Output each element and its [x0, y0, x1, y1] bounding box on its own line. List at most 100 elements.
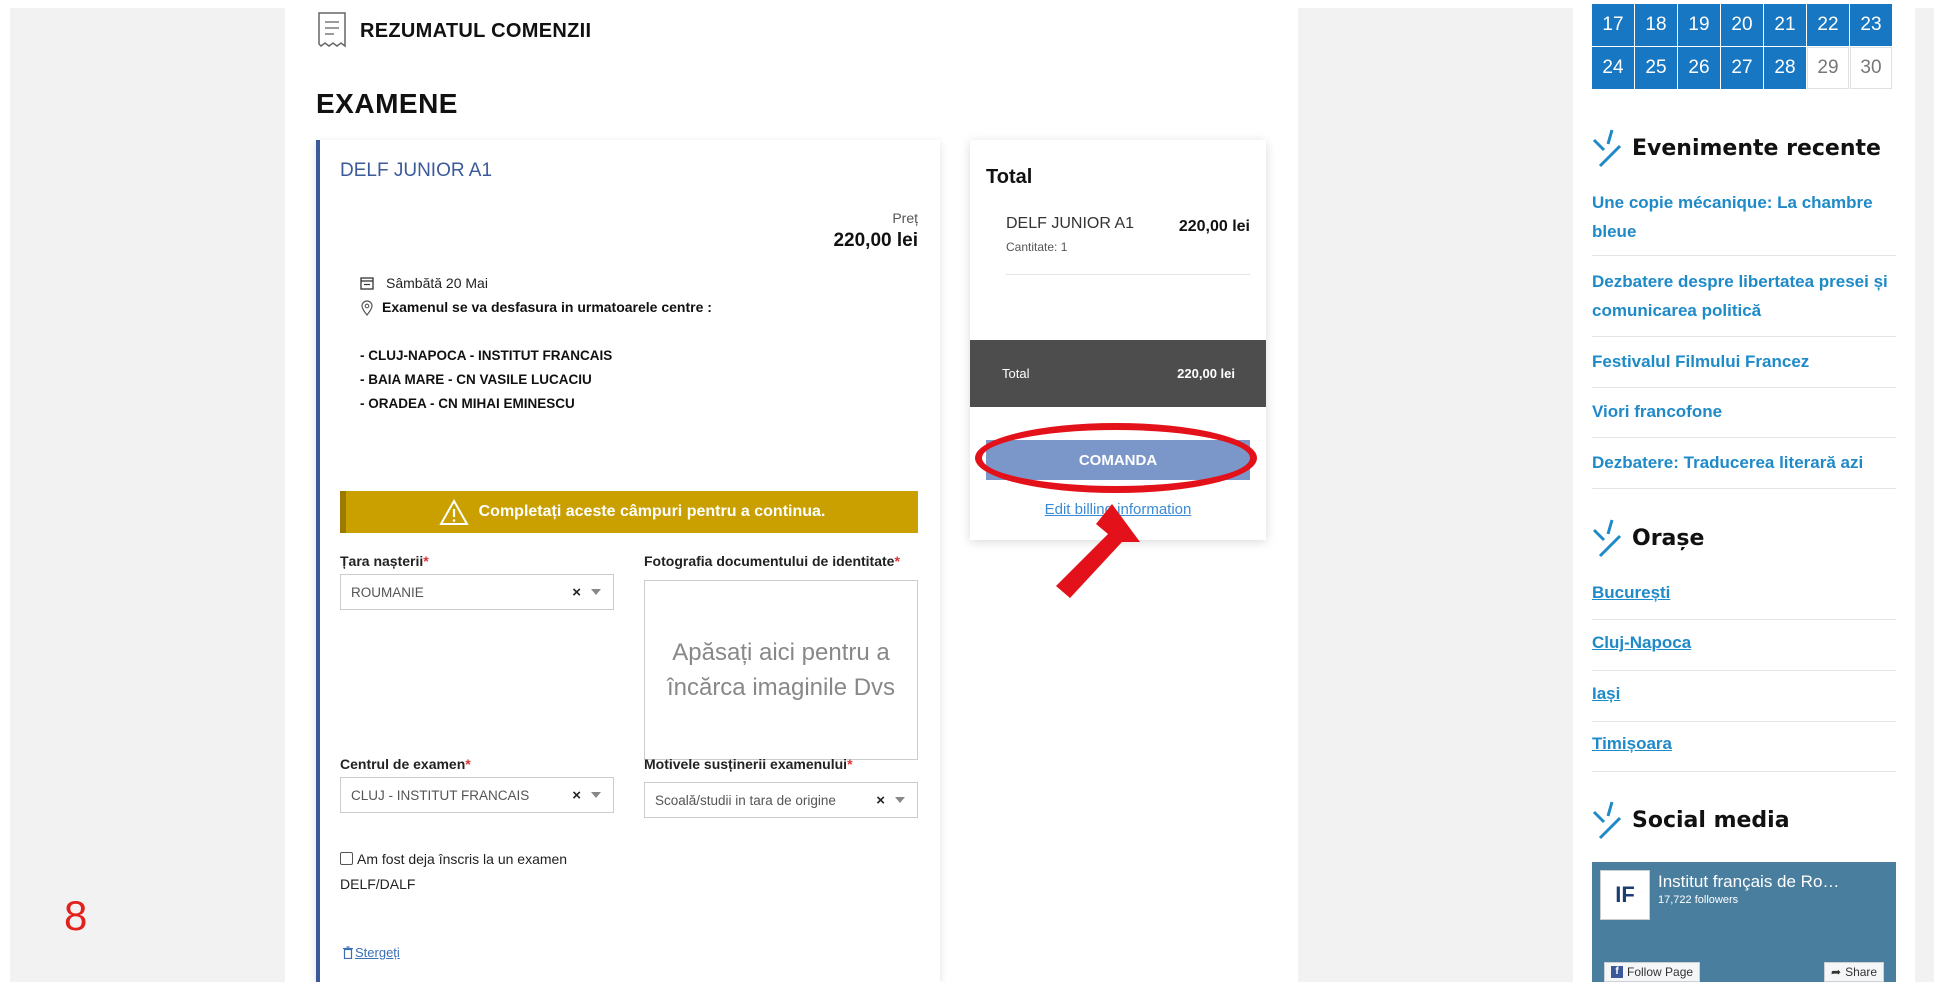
warning-banner: Completați aceste câmpuri pentru a conti… [340, 491, 918, 533]
divider [1592, 721, 1896, 722]
social-media-title: Social media [1632, 808, 1790, 833]
price-value: 220,00 lei [833, 230, 918, 251]
facebook-share-button[interactable]: ➦ Share [1824, 962, 1885, 982]
divider [1592, 387, 1896, 388]
cities-title: Orașe [1632, 526, 1705, 551]
divider [1592, 255, 1896, 256]
right-gutter-panel [1298, 8, 1573, 982]
trash-icon [343, 946, 353, 959]
exam-reason-label: Motivele susținerii examenului* [644, 756, 853, 772]
share-arrow-icon: ➦ [1831, 965, 1842, 979]
clear-selection-icon[interactable]: × [876, 792, 885, 809]
total-bar-value: 220,00 lei [1177, 366, 1235, 381]
exam-center-item: - BAIA MARE - CN VASILE LUCACIU [360, 372, 592, 387]
calendar-day[interactable]: 28 [1764, 47, 1806, 89]
city-link[interactable]: Timișoara [1592, 734, 1672, 754]
previous-exam-checkbox-label[interactable]: Am fost deja înscris la un examen [357, 851, 567, 867]
city-link[interactable]: Iași [1592, 684, 1620, 704]
total-title: Total [986, 166, 1033, 188]
divider [1592, 488, 1896, 489]
mini-calendar: 17 18 19 20 21 22 23 24 25 26 27 28 29 3… [1592, 4, 1892, 89]
far-right-background [1915, 8, 1934, 982]
red-highlight-annotation [975, 423, 1257, 493]
birth-country-select[interactable]: ROUMANIE × [340, 574, 614, 610]
order-summary-title: REZUMATUL COMENZII [360, 20, 592, 42]
facebook-page-name[interactable]: Institut français de Ro… [1658, 872, 1893, 892]
follow-page-label: Follow Page [1627, 965, 1694, 979]
exam-date: Sâmbătă 20 Mai [386, 275, 488, 291]
birth-country-label: Țara nașterii* [340, 553, 429, 569]
red-arrow-annotation-icon [1056, 504, 1140, 598]
calendar-week-row: 17 18 19 20 21 22 23 [1592, 4, 1892, 46]
calendar-day[interactable]: 27 [1721, 47, 1763, 89]
recent-event-link[interactable]: Dezbatere despre libertatea presei și co… [1592, 267, 1898, 325]
chevron-down-icon[interactable] [895, 797, 905, 803]
divider [1592, 619, 1896, 620]
id-photo-label: Fotografia documentului de identitate* [644, 553, 900, 569]
ray-accent-icon [1592, 519, 1622, 558]
divider [1592, 437, 1896, 438]
divider [1592, 670, 1896, 671]
share-label: Share [1845, 965, 1878, 979]
calendar-day[interactable]: 29 [1807, 47, 1849, 89]
exam-centers-intro: Examenul se va desfasura in urmatoarele … [382, 299, 712, 315]
exams-section-title: EXAMENE [316, 88, 458, 119]
calendar-day[interactable]: 24 [1592, 47, 1634, 89]
calendar-day[interactable]: 26 [1678, 47, 1720, 89]
total-bar-label: Total [1002, 366, 1030, 381]
exam-reason-value: Scoală/studii in tara de origine [655, 792, 836, 808]
exam-center-label: Centrul de examen* [340, 756, 471, 772]
previous-exam-checkbox[interactable] [340, 852, 353, 865]
delete-exam-link[interactable]: Stergeți [342, 945, 400, 960]
exam-center-select[interactable]: CLUJ - INSTITUT FRANCAIS × [340, 777, 614, 813]
recent-event-link[interactable]: Dezbatere: Traducerea literară azi [1592, 448, 1898, 477]
city-link[interactable]: București [1592, 583, 1670, 603]
divider [1006, 274, 1250, 275]
calendar-day[interactable]: 25 [1635, 47, 1677, 89]
divider [1592, 771, 1896, 772]
warning-triangle-icon [438, 498, 469, 525]
exam-center-item: - CLUJ-NAPOCA - INSTITUT FRANCAIS [360, 348, 613, 363]
location-pin-icon [361, 300, 373, 316]
left-background-panel [10, 8, 285, 982]
calendar-day[interactable]: 30 [1850, 47, 1892, 89]
order-item-name: DELF JUNIOR A1 [1006, 215, 1135, 232]
step-number-annotation: 8 [64, 892, 88, 939]
ray-accent-icon [1592, 129, 1622, 168]
receipt-icon [318, 12, 346, 48]
calendar-day[interactable]: 17 [1592, 4, 1634, 46]
calendar-day[interactable]: 19 [1678, 4, 1720, 46]
order-item-price: 220,00 lei [1178, 218, 1250, 235]
calendar-day[interactable]: 20 [1721, 4, 1763, 46]
order-item-quantity: Cantitate: 1 [1006, 240, 1068, 254]
calendar-icon [360, 277, 374, 290]
delete-exam-label: Stergeți [355, 945, 400, 960]
recent-event-link[interactable]: Une copie mécanique: La chambre bleue [1592, 188, 1898, 246]
previous-exam-checkbox-label-cont: DELF/DALF [340, 876, 416, 892]
recent-event-link[interactable]: Festivalul Filmului Francez [1592, 347, 1898, 376]
id-photo-upload-area[interactable]: Apăsați aici pentru a încărca imaginile … [644, 580, 918, 760]
facebook-followers: 17,722 followers [1658, 894, 1739, 906]
ray-accent-icon [1592, 801, 1622, 840]
exam-name: DELF JUNIOR A1 [340, 160, 493, 181]
exam-center-value: CLUJ - INSTITUT FRANCAIS [351, 787, 530, 803]
recent-event-link[interactable]: Viori francofone [1592, 397, 1898, 426]
chevron-down-icon[interactable] [591, 792, 601, 798]
institut-francais-logo[interactable]: IF [1600, 870, 1650, 920]
facebook-follow-button[interactable]: f Follow Page [1604, 962, 1701, 982]
calendar-day[interactable]: 23 [1850, 4, 1892, 46]
city-link[interactable]: Cluj-Napoca [1592, 633, 1691, 653]
recent-events-title: Evenimente recente [1632, 136, 1881, 161]
birth-country-value: ROUMANIE [351, 584, 424, 600]
price-label: Preț [892, 210, 918, 226]
calendar-day[interactable]: 21 [1764, 4, 1806, 46]
calendar-day[interactable]: 22 [1807, 4, 1849, 46]
exam-reason-select[interactable]: Scoală/studii in tara de origine × [644, 782, 918, 818]
chevron-down-icon[interactable] [591, 589, 601, 595]
calendar-day[interactable]: 18 [1635, 4, 1677, 46]
clear-selection-icon[interactable]: × [572, 787, 581, 804]
clear-selection-icon[interactable]: × [572, 584, 581, 601]
upload-placeholder-text: Apăsați aici pentru a încărca imaginile … [666, 639, 896, 701]
exam-center-item: - ORADEA - CN MIHAI EMINESCU [360, 396, 575, 411]
warning-text: Completați aceste câmpuri pentru a conti… [478, 503, 826, 520]
